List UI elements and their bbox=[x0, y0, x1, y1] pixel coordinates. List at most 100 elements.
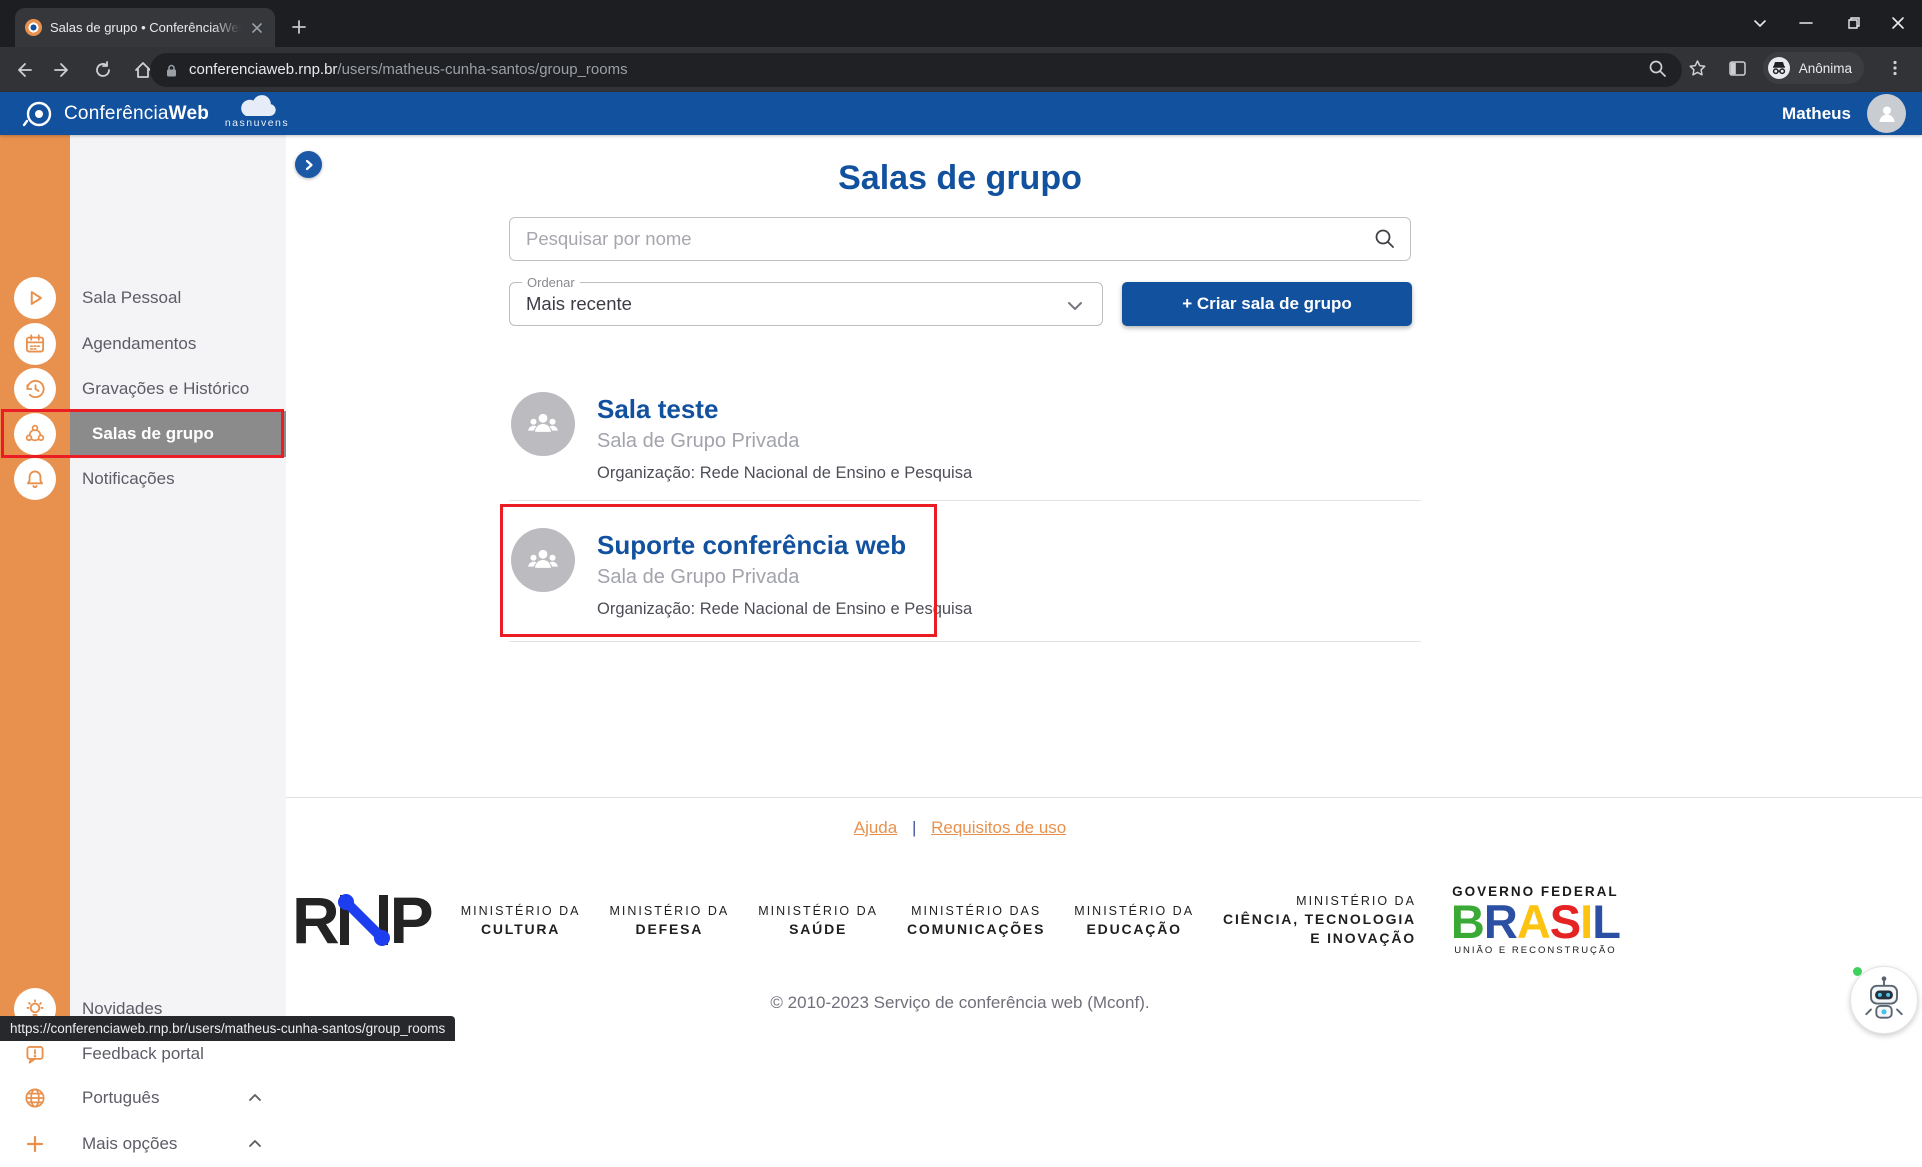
nasnuvens-logo: nasnuvens bbox=[218, 93, 296, 129]
sidebar-collapse-toggle[interactable] bbox=[295, 151, 322, 178]
sidebar-item-salas-de-grupo[interactable]: Salas de grupo bbox=[0, 411, 286, 457]
room-type: Sala de Grupo Privada bbox=[597, 566, 799, 589]
main-content: Salas de grupo Ordenar Mais recente + Cr… bbox=[286, 135, 1922, 1041]
user-menu[interactable]: Matheus bbox=[1782, 94, 1906, 133]
user-name: Matheus bbox=[1782, 104, 1851, 124]
bell-icon bbox=[14, 458, 56, 500]
avatar[interactable] bbox=[1867, 94, 1906, 133]
link-separator: | bbox=[912, 818, 916, 837]
help-link[interactable]: Ajuda bbox=[854, 818, 897, 837]
rnp-n-glyph bbox=[338, 893, 390, 947]
list-divider bbox=[509, 500, 1421, 501]
sidebar: Sala Pessoal Agendamentos Gravações e Hi… bbox=[0, 135, 286, 1041]
room-name-link[interactable]: Sala teste bbox=[597, 394, 718, 425]
plus-icon bbox=[14, 1123, 56, 1165]
brasil-wordmark: BRASIL bbox=[1451, 899, 1620, 945]
group-icon bbox=[14, 413, 56, 455]
room-group-avatar-icon[interactable] bbox=[511, 528, 575, 592]
sidebar-item-idioma-portugues[interactable]: Português bbox=[0, 1075, 286, 1121]
tab-title: Salas de grupo • ConferênciaWeb bbox=[50, 20, 241, 35]
order-select[interactable]: Ordenar Mais recente bbox=[509, 282, 1103, 326]
chevron-up-icon bbox=[246, 1089, 264, 1107]
forward-icon[interactable] bbox=[46, 53, 80, 87]
status-bar-url: https://conferenciaweb.rnp.br/users/math… bbox=[0, 1016, 455, 1041]
create-group-room-button[interactable]: + Criar sala de grupo bbox=[1122, 282, 1412, 326]
sidebar-item-gravacoes[interactable]: Gravações e Histórico bbox=[0, 366, 286, 412]
nasnuvens-label: nasnuvens bbox=[218, 117, 296, 129]
room-group-avatar-icon[interactable] bbox=[511, 392, 575, 456]
sidebar-item-label: Gravações e Histórico bbox=[82, 366, 249, 412]
ministry-logo-ciencia-tecnologia: MINISTÉRIO DA CIÊNCIA, TECNOLOGIA E INOV… bbox=[1223, 894, 1416, 946]
ministry-logo-saude: MINISTÉRIO DA SAÚDE bbox=[758, 904, 878, 937]
ministry-logo-comunicacoes: MINISTÉRIO DAS COMUNICAÇÕES bbox=[907, 904, 1045, 937]
play-icon bbox=[14, 277, 56, 319]
calendar-icon bbox=[14, 323, 56, 365]
url-text: conferenciaweb.rnp.br/users/matheus-cunh… bbox=[189, 61, 628, 79]
ministry-logo-educacao: MINISTÉRIO DA EDUCAÇÃO bbox=[1074, 904, 1194, 937]
chat-assistant-mascot[interactable] bbox=[1850, 966, 1918, 1034]
back-icon[interactable] bbox=[6, 53, 40, 87]
browser-menu-kebab-icon[interactable] bbox=[1878, 51, 1912, 85]
online-status-dot bbox=[1853, 967, 1862, 976]
copyright-text: © 2010-2023 Serviço de conferência web (… bbox=[509, 993, 1411, 1013]
incognito-label: Anônima bbox=[1799, 61, 1852, 76]
url-domain: conferenciaweb.rnp.br bbox=[189, 61, 337, 78]
rnp-logo: R P bbox=[292, 884, 432, 956]
sidebar-item-label: Salas de grupo bbox=[92, 411, 214, 457]
robot-icon bbox=[1860, 974, 1908, 1026]
room-type: Sala de Grupo Privada bbox=[597, 430, 799, 453]
sidebar-item-mais-opcoes[interactable]: Mais opções bbox=[0, 1121, 286, 1167]
cloud-icon bbox=[234, 95, 280, 119]
sidebar-item-label: Agendamentos bbox=[82, 321, 196, 367]
bookmark-star-icon[interactable] bbox=[1681, 51, 1715, 85]
ministry-logo-cultura: MINISTÉRIO DA CULTURA bbox=[461, 904, 581, 937]
rnp-letter-p: P bbox=[390, 888, 432, 952]
sidebar-item-label: Notificações bbox=[82, 456, 175, 502]
sidebar-item-label: Português bbox=[82, 1075, 160, 1121]
app-logo[interactable]: ConferênciaWeb bbox=[22, 97, 209, 131]
room-name-link[interactable]: Suporte conferência web bbox=[597, 530, 906, 561]
tab-favicon bbox=[25, 19, 42, 36]
search-icon[interactable] bbox=[1641, 51, 1675, 85]
url-path: /users/matheus-cunha-santos/group_rooms bbox=[337, 61, 627, 78]
chevron-down-icon bbox=[1064, 295, 1086, 317]
room-organization: Organização: Rede Nacional de Ensino e P… bbox=[597, 600, 972, 619]
address-bar[interactable]: conferenciaweb.rnp.br/users/matheus-cunh… bbox=[150, 53, 1682, 87]
side-panel-icon[interactable] bbox=[1721, 51, 1755, 85]
new-tab-icon[interactable] bbox=[286, 14, 312, 40]
window-menu-chevron-icon[interactable] bbox=[1743, 6, 1777, 40]
page-title: Salas de grupo bbox=[509, 159, 1411, 198]
footer-links: Ajuda | Requisitos de uso bbox=[509, 818, 1411, 838]
incognito-icon bbox=[1767, 56, 1791, 80]
search-magnifier-icon[interactable] bbox=[1373, 227, 1397, 251]
usage-requirements-link[interactable]: Requisitos de uso bbox=[931, 818, 1066, 837]
sidebar-item-notificacoes[interactable]: Notificações bbox=[0, 456, 286, 502]
ministry-logo-defesa: MINISTÉRIO DA DEFESA bbox=[609, 904, 729, 937]
window-minimize-icon[interactable] bbox=[1789, 6, 1823, 40]
room-list-item-sala-teste[interactable]: Sala teste Sala de Grupo Privada Organiz… bbox=[509, 392, 1421, 500]
list-divider bbox=[509, 641, 1421, 642]
brand-name: ConferênciaWeb bbox=[64, 103, 209, 125]
room-organization: Organização: Rede Nacional de Ensino e P… bbox=[597, 464, 972, 483]
sidebar-item-agendamentos[interactable]: Agendamentos bbox=[0, 321, 286, 367]
reload-icon[interactable] bbox=[86, 53, 120, 87]
search-field bbox=[509, 217, 1411, 261]
footer-divider bbox=[286, 797, 1922, 798]
governo-federal-brasil-logo: GOVERNO FEDERAL BRASIL UNIÃO E RECONSTRU… bbox=[1451, 884, 1620, 956]
window-restore-icon[interactable] bbox=[1835, 6, 1869, 40]
sidebar-item-sala-pessoal[interactable]: Sala Pessoal bbox=[0, 275, 286, 321]
browser-tab[interactable]: Salas de grupo • ConferênciaWeb bbox=[15, 8, 275, 47]
room-list-item-suporte-conferencia-web[interactable]: Suporte conferência web Sala de Grupo Pr… bbox=[509, 528, 1421, 636]
sidebar-icon-rail bbox=[0, 135, 70, 1041]
order-select-value: Mais recente bbox=[526, 283, 632, 325]
rnp-letter-r: R bbox=[292, 888, 338, 952]
search-input[interactable] bbox=[509, 217, 1411, 261]
browser-tab-bar: Salas de grupo • ConferênciaWeb bbox=[0, 0, 1922, 47]
history-icon bbox=[14, 368, 56, 410]
chevron-up-icon bbox=[246, 1135, 264, 1153]
incognito-profile-badge[interactable]: Anônima bbox=[1763, 52, 1864, 84]
sidebar-item-label: Sala Pessoal bbox=[82, 275, 181, 321]
tab-close-icon[interactable] bbox=[249, 20, 265, 36]
window-close-icon[interactable] bbox=[1881, 6, 1915, 40]
footer-logos: R P MINISTÉRIO DA CULTURA MINISTÉRIO DA … bbox=[292, 870, 1912, 970]
